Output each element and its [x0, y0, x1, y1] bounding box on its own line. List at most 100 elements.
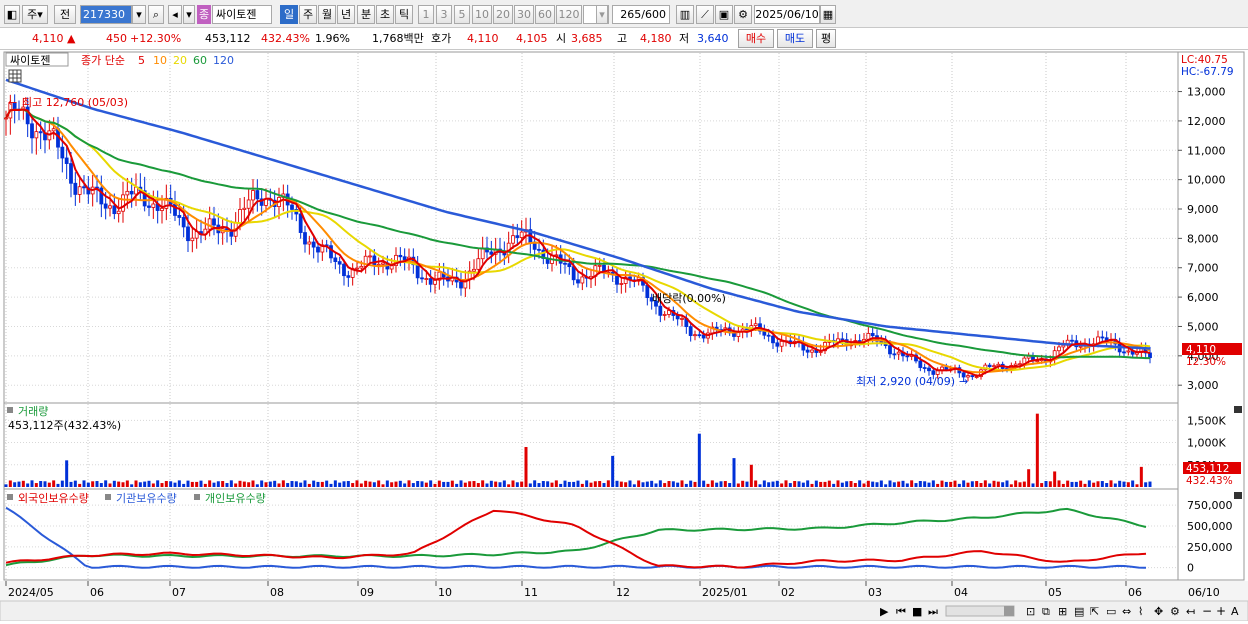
cursor-icon[interactable]: ✥	[1154, 605, 1163, 618]
prev-button[interactable]: 전	[54, 5, 76, 24]
volume-bar	[654, 483, 658, 487]
volume-bar	[888, 480, 892, 487]
volume-bar	[69, 481, 73, 487]
zoom-region-icon[interactable]: ⊡	[1026, 605, 1035, 618]
volume-bar	[134, 480, 138, 487]
scroll-track[interactable]	[945, 605, 1015, 617]
volume-bar	[1126, 482, 1130, 487]
zoom-out-icon[interactable]: −	[1202, 604, 1212, 618]
candle-body	[125, 190, 130, 196]
scroll-right-icon[interactable]: ▶	[880, 605, 889, 618]
pan-icon[interactable]: ⊞	[1058, 605, 1067, 618]
candle-body	[160, 207, 164, 211]
interval-60[interactable]: 60	[535, 5, 555, 24]
volume-bar	[749, 464, 753, 487]
period-week[interactable]: 주	[299, 5, 317, 24]
price-tick-label: 11,000	[1187, 144, 1226, 157]
stock-code-input[interactable]: 217330	[80, 5, 132, 24]
low-value: 3,640	[697, 32, 729, 45]
layout-icon[interactable]: ▤	[1074, 605, 1084, 618]
interval-3[interactable]: 3	[436, 5, 452, 24]
volume-bar	[689, 480, 693, 487]
interval-20[interactable]: 20	[493, 5, 513, 24]
stop-icon[interactable]: ■	[912, 605, 922, 618]
candle-body	[112, 205, 117, 215]
move-left-icon[interactable]: ↤	[1186, 605, 1195, 618]
period-year[interactable]: 년	[337, 5, 355, 24]
candle-body	[576, 279, 580, 284]
scroll-first-icon[interactable]: ⏮	[896, 605, 906, 618]
type-select[interactable]: 주▾	[22, 5, 48, 24]
interval-10[interactable]: 10	[472, 5, 492, 24]
interval-5[interactable]: 5	[454, 5, 470, 24]
candle-body	[619, 283, 624, 285]
interval-dropdown-icon[interactable]: ▾	[596, 5, 608, 24]
candle-body	[64, 157, 69, 164]
indicator-icon[interactable]: ⌇	[1138, 605, 1143, 618]
calendar-icon[interactable]: ▦	[820, 5, 836, 24]
candle-body	[1070, 339, 1074, 342]
print-icon[interactable]: ▭	[1106, 605, 1116, 618]
table-toggle-icon[interactable]	[8, 69, 22, 83]
speaker-icon[interactable]: ◂	[168, 5, 182, 24]
copy-icon[interactable]: ⧉	[1042, 605, 1050, 618]
search-icon[interactable]: ⌕	[148, 5, 164, 24]
candle-body	[190, 237, 195, 242]
volume-bar	[277, 483, 281, 487]
volume-close-icon[interactable]	[1234, 406, 1242, 413]
code-dropdown-icon[interactable]: ▾	[132, 5, 146, 24]
font-size-icon[interactable]: A	[1231, 605, 1239, 618]
interval-30[interactable]: 30	[514, 5, 534, 24]
candle-body	[766, 334, 771, 337]
period-tick[interactable]: 틱	[395, 5, 413, 24]
volume-bar	[520, 481, 524, 487]
buy-button[interactable]: 매수	[738, 29, 774, 48]
speaker-dropdown-icon[interactable]: ▾	[183, 5, 195, 24]
volume-bar	[992, 480, 996, 487]
volume-bar	[182, 483, 186, 487]
sell-button[interactable]: 매도	[777, 29, 813, 48]
scroll-last-icon[interactable]: ⏭	[928, 605, 938, 618]
volume-bar	[676, 482, 680, 487]
volume-bar	[879, 480, 883, 487]
x-axis-label: 02	[781, 586, 795, 599]
zoom-in-icon[interactable]: +	[1216, 604, 1226, 618]
volume-bar	[970, 481, 974, 487]
candle-body	[207, 218, 212, 230]
gear-icon[interactable]: ⚙	[734, 5, 752, 24]
settings-icon[interactable]: ⚙	[1170, 605, 1180, 618]
interval-1[interactable]: 1	[418, 5, 434, 24]
volume-bar	[732, 458, 736, 487]
interval-120[interactable]: 120	[556, 5, 582, 24]
eval-button[interactable]: 평	[816, 29, 836, 48]
candle-icon[interactable]: ▥	[676, 5, 694, 24]
scroll-thumb[interactable]	[1004, 606, 1014, 616]
volume-bar	[472, 481, 476, 487]
volume-bar	[251, 480, 255, 487]
volume-bar	[637, 480, 641, 487]
save-icon[interactable]: ▣	[715, 5, 733, 24]
holding-tick-label: 250,000	[1187, 541, 1233, 554]
open-label: 시	[556, 32, 567, 45]
volume-bar	[927, 482, 931, 487]
line-chart-icon[interactable]: ⟋	[696, 5, 714, 24]
volume-bar	[190, 481, 194, 487]
volume-bar	[988, 483, 992, 487]
period-month[interactable]: 월	[318, 5, 336, 24]
period-day[interactable]: 일	[280, 5, 298, 24]
range-icon[interactable]: ⇔	[1122, 605, 1131, 618]
period-second[interactable]: 초	[376, 5, 394, 24]
export-icon[interactable]: ⇱	[1090, 605, 1099, 618]
window-menu-icon[interactable]: ◧	[4, 5, 20, 24]
holding-close-icon[interactable]	[1234, 492, 1242, 499]
volume-bar	[342, 481, 346, 487]
volume-bar	[43, 481, 47, 487]
volume-bar	[108, 483, 112, 487]
count-field[interactable]: 265/600	[612, 5, 670, 24]
volume-bar	[147, 480, 151, 487]
candle-body	[121, 194, 125, 212]
date-input[interactable]: 2025/06/10	[754, 5, 820, 24]
candle-body	[970, 375, 975, 378]
price-tick-label: 10,000	[1187, 174, 1226, 187]
period-minute[interactable]: 분	[357, 5, 375, 24]
